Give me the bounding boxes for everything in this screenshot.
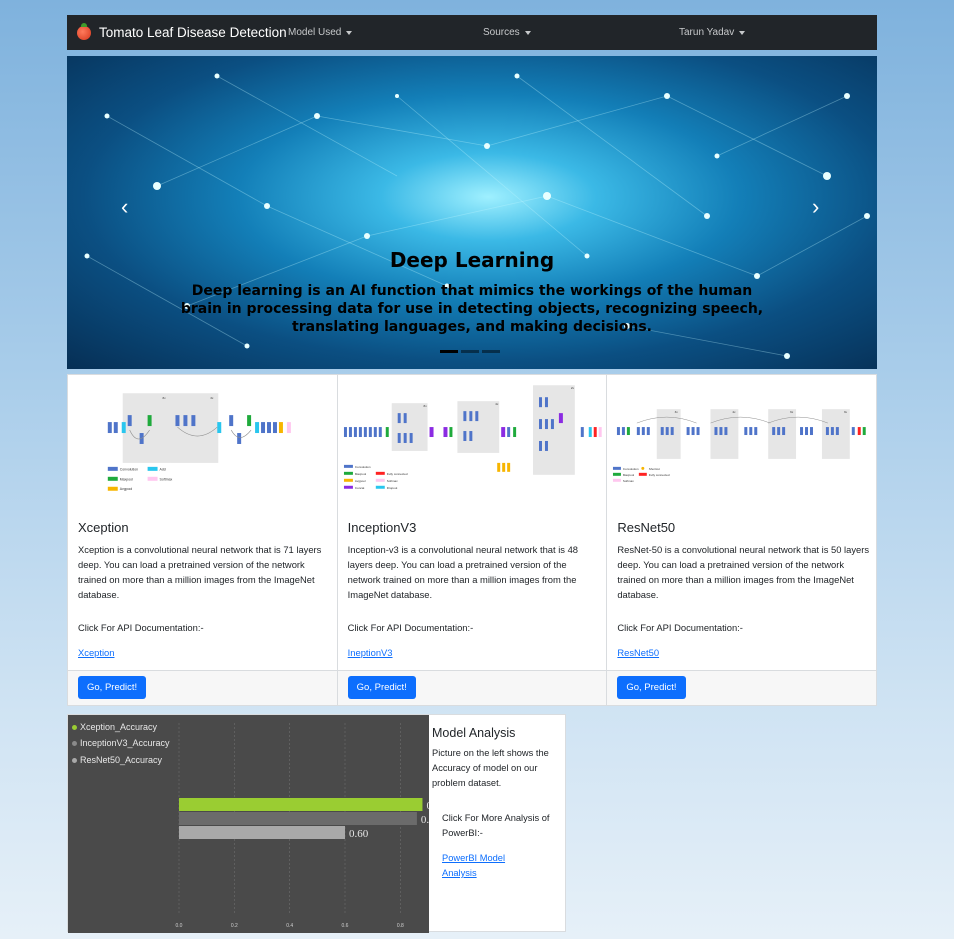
diagram-legend-text: Softmax (623, 479, 634, 483)
hero-carousel: ‹ › Deep Learning Deep learning is an AI… (67, 56, 877, 369)
carousel-indicators (440, 350, 500, 353)
carousel-indicator[interactable] (482, 350, 500, 353)
chevron-right-icon[interactable]: › (812, 196, 819, 218)
diagram-legend-text: Dropout (386, 486, 397, 490)
diagram-legend-text: Softmax (386, 479, 397, 483)
card-resnet50: 3x 4x 6x 3x Convolution Maxpool Softmax … (607, 375, 877, 705)
x-tick-label: 0.4 (286, 923, 293, 929)
card-text: ResNet-50 is a convolutional neural netw… (617, 544, 870, 600)
card-title: ResNet50 (617, 520, 676, 535)
diagram-legend-text: Shortcut (649, 467, 660, 471)
model-cards: 8x 3x Convolution Maxpool Avgpool Add So… (67, 374, 877, 706)
caret-down-icon (346, 30, 353, 35)
analysis-more-text: Click For More Analysis of PowerBI:- (442, 813, 550, 838)
menu-sources[interactable]: Sources (483, 15, 531, 50)
bar-resnet50-accuracy (179, 826, 345, 839)
menu-user-label: Tarun Yadav (679, 27, 735, 38)
menu-user[interactable]: Tarun Yadav (679, 15, 746, 50)
api-doc-link[interactable]: IneptionV3 (348, 647, 393, 658)
api-doc-label: Click For API Documentation:- (617, 622, 743, 633)
inceptionv3-architecture-diagram: 8x 4x 2x Convolution Maxpool Avgpool Con… (343, 385, 602, 490)
bar-value-label: 0.60 (349, 828, 369, 840)
bar-value-label: 0.88 (426, 800, 429, 812)
x-tick-label: 0.6 (342, 923, 349, 929)
card-footer: Go, Predict! (337, 670, 607, 705)
diagram-legend-text: Maxpool (623, 473, 635, 477)
carousel-indicator[interactable] (461, 350, 479, 353)
repeat-label: 6x (790, 410, 794, 414)
card-inceptionv3: 8x 4x 2x Convolution Maxpool Avgpool Con… (337, 375, 608, 705)
card-xception: 8x 3x Convolution Maxpool Avgpool Add So… (68, 375, 338, 705)
tomato-icon (77, 22, 91, 40)
navbar-brand[interactable]: Tomato Leaf Disease Detection (77, 15, 287, 50)
repeat-label: 2x (571, 386, 575, 390)
bar-inceptionv3-accuracy (179, 812, 417, 825)
analysis-text: Picture on the left shows the Accuracy o… (432, 748, 549, 788)
resnet50-architecture-diagram: 3x 4x 6x 3x Convolution Maxpool Softmax … (613, 409, 867, 483)
diagram-legend-text: Maxpool (120, 477, 133, 481)
repeat-label: 4x (733, 410, 737, 414)
x-tick-label: 0.2 (231, 923, 238, 929)
carousel-caption-title: Deep Learning (389, 248, 555, 272)
repeat-label: 3x (675, 410, 679, 414)
model-analysis-card: Xception_Accuracy InceptionV3_Accuracy R… (67, 714, 566, 933)
card-text: Xception is a convolutional neural netwo… (78, 544, 322, 600)
analysis-title: Model Analysis (432, 726, 516, 740)
x-tick-label: 0.8 (397, 923, 404, 929)
diagram-legend-text: Avgpool (355, 479, 366, 483)
menu-model-used[interactable]: Model Used (288, 15, 353, 50)
carousel-caption-text: Deep learning is an AI function that mim… (180, 283, 764, 335)
diagram-legend-text: Softmax (160, 477, 173, 481)
predict-button[interactable]: Go, Predict! (617, 676, 686, 699)
diagram-legend-text: Concat (355, 486, 365, 490)
api-doc-label: Click For API Documentation:- (78, 622, 204, 633)
diagram-legend-text: Fully connected (649, 473, 670, 477)
repeat-label: 3x (844, 410, 848, 414)
diagram-legend-text: Convolution (355, 465, 371, 469)
predict-button[interactable]: Go, Predict! (347, 676, 416, 699)
card-footer: Go, Predict! (607, 670, 877, 705)
diagram-legend-text: Convolution (623, 467, 639, 471)
accuracy-chart: Xception_Accuracy InceptionV3_Accuracy R… (68, 715, 429, 933)
bar-value-label: 0.86 (421, 814, 429, 826)
menu-model-used-label: Model Used (288, 27, 342, 38)
xception-architecture-diagram: 8x 3x Convolution Maxpool Avgpool Add So… (107, 393, 291, 491)
diagram-legend-text: Convolution (120, 467, 138, 471)
diagram-legend-text: Avgpool (120, 487, 133, 491)
card-footer: Go, Predict! (68, 670, 337, 705)
diagram-legend-text: Add (160, 467, 166, 471)
card-text: Inception-v3 is a convolutional neural n… (347, 544, 579, 600)
navbar: Tomato Leaf Disease Detection Model Used… (67, 15, 877, 50)
card-title: Xception (78, 520, 129, 535)
diagram-legend-text: Fully connected (386, 472, 407, 476)
carousel-indicator[interactable] (440, 350, 458, 353)
bar-chart-svg: 0.0 0.2 0.4 0.6 0.8 0.88 0.86 0.60 (176, 723, 429, 929)
brand-title: Tomato Leaf Disease Detection (99, 25, 287, 40)
x-tick-label: 0.0 (176, 923, 183, 929)
api-doc-link[interactable]: Xception (78, 647, 114, 658)
caret-down-icon (739, 30, 746, 35)
card-title: InceptionV3 (347, 520, 417, 535)
predict-button[interactable]: Go, Predict! (78, 676, 147, 699)
diagram-legend-text: Maxpool (355, 472, 367, 476)
api-doc-link[interactable]: ResNet50 (617, 647, 659, 658)
bar-xception-accuracy (179, 798, 423, 811)
powerbi-link[interactable]: PowerBI Model Analysis (442, 851, 532, 881)
repeat-label: 8x (163, 396, 167, 400)
repeat-label: 3x (210, 396, 214, 400)
repeat-label: 8x (423, 404, 427, 408)
caret-down-icon (524, 30, 531, 35)
chevron-left-icon[interactable]: ‹ (121, 196, 128, 218)
menu-sources-label: Sources (483, 27, 520, 38)
api-doc-label: Click For API Documentation:- (347, 622, 474, 633)
repeat-label: 4x (495, 402, 499, 406)
